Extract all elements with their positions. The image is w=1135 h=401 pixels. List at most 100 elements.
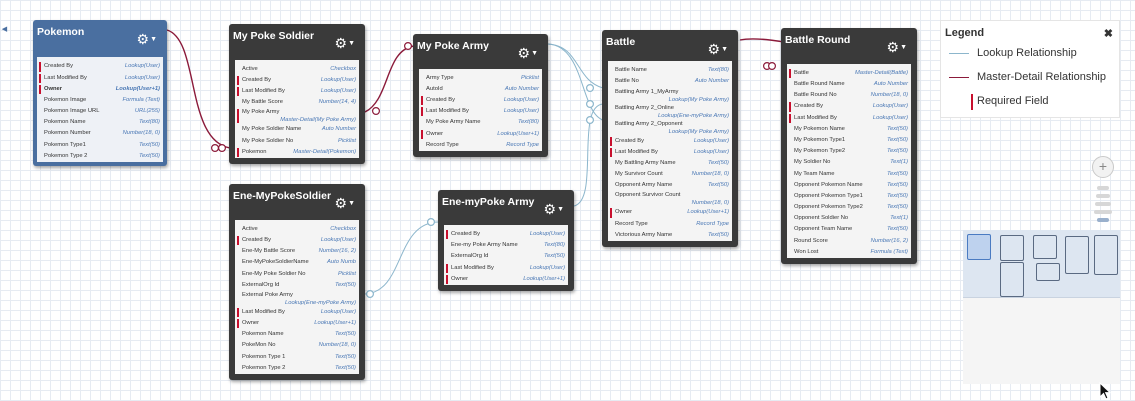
close-icon[interactable]: ✖ — [1104, 27, 1113, 40]
minimap[interactable] — [963, 230, 1120, 384]
field-row[interactable]: Owner Lookup(User+1) — [419, 129, 542, 140]
field-row[interactable]: Pokemon Type1 Text(50) — [37, 140, 163, 151]
gear-icon[interactable]: ⚙▼ — [708, 42, 729, 57]
field-row[interactable]: Pokemon Type 2 Text(50) — [37, 151, 163, 162]
field-row[interactable]: Created By Lookup(User) — [787, 101, 911, 112]
field-row[interactable]: Victorious Army Name Text(50) — [608, 230, 732, 241]
field-row[interactable]: AutoId Auto Number — [419, 84, 542, 95]
field-row[interactable]: Battle Round Name Auto Number — [787, 79, 911, 90]
field-row[interactable]: Active Checkbox — [235, 64, 359, 75]
field-row[interactable]: Pokemon Name Text(50) — [235, 329, 359, 340]
object-card-my-poke-soldier[interactable]: My Poke Soldier ⚙▼ Active Checkbox Created B… — [229, 24, 365, 164]
field-row[interactable]: Created By Lookup(User) — [608, 136, 732, 147]
field-row[interactable]: Record Type Record Type — [608, 219, 732, 230]
field-row[interactable]: Won Lost Formula (Text) — [787, 247, 911, 258]
field-row[interactable]: Ene-My Battle Score Number(16, 2) — [235, 246, 359, 257]
field-row[interactable]: Pokemon Type 2 Text(50) — [235, 363, 359, 374]
field-row[interactable]: Opponent Army Name Text(50) — [608, 180, 732, 191]
field-row[interactable]: Battling Army 2_Opponent Lookup(My Poke A… — [608, 120, 732, 136]
gear-icon[interactable]: ⚙▼ — [335, 36, 356, 51]
field-row[interactable]: Last Modified By Lookup(User) — [235, 86, 359, 97]
field-row[interactable]: Ene-MyPokeSoldierName Auto Numb — [235, 257, 359, 268]
field-row[interactable]: Last Modified By Lookup(User) — [235, 307, 359, 318]
field-row[interactable]: Created By Lookup(User) — [444, 229, 568, 240]
field-row[interactable]: Pokemon Image URL URL(255) — [37, 106, 163, 117]
field-row[interactable]: Battling Army 1_MyArmy Lookup(My Poke Arm… — [608, 88, 732, 104]
field-row[interactable]: My Poke Army Master-Detail(My Poke Army) — [235, 108, 359, 124]
field-row[interactable]: Owner Lookup(User+1) — [444, 274, 568, 285]
zoom-level-current[interactable] — [1097, 218, 1109, 222]
field-row[interactable]: My Battle Score Number(14, 4) — [235, 97, 359, 108]
field-type: Lookup(User) — [503, 97, 539, 104]
field-row[interactable]: Battle No Auto Number — [608, 76, 732, 87]
object-card-ene-mypoke-army[interactable]: Ene-myPoke Army ⚙▼ Created By Lookup(User) E… — [438, 190, 574, 291]
field-row[interactable]: Created By Lookup(User) — [235, 75, 359, 86]
field-row[interactable]: Army Type Picklist — [419, 73, 542, 84]
field-row[interactable]: Last Modified By Lookup(User) — [419, 106, 542, 117]
field-row[interactable]: Created By Lookup(User) — [419, 95, 542, 106]
field-row[interactable]: Opponent Survivor Count Number(18, 0) — [608, 191, 732, 207]
field-row[interactable]: Battle Master-Detail(Battle) — [787, 68, 911, 79]
object-card-my-poke-army[interactable]: My Poke Army ⚙▼ Army Type Picklist AutoId Aut… — [413, 34, 548, 157]
field-row[interactable]: Battling Army 2_Online Lookup(Ene-myPoke … — [608, 104, 732, 120]
field-row[interactable]: Opponent Pokemon Name Text(50) — [787, 180, 911, 191]
field-row[interactable]: Round Score Number(16, 2) — [787, 236, 911, 247]
object-card-battle-round[interactable]: Battle Round ⚙▼ Battle Master-Detail(Battle… — [781, 28, 917, 264]
zoom-level-step[interactable] — [1096, 194, 1110, 198]
object-card-battle[interactable]: Battle ⚙▼ Battle Name Text(80) Battle No Auto… — [602, 30, 738, 247]
field-row[interactable]: PokeMon No Number(18, 0) — [235, 340, 359, 351]
field-row[interactable]: Pokemon Name Text(80) — [37, 117, 163, 128]
plus-icon[interactable]: + — [1092, 156, 1114, 178]
field-row[interactable]: Active Checkbox — [235, 224, 359, 235]
field-row[interactable]: Created By Lookup(User) — [37, 61, 163, 72]
field-row[interactable]: Pokemon Type 1 Text(50) — [235, 352, 359, 363]
field-row[interactable]: My Pokemon Type1 Text(50) — [787, 135, 911, 146]
field-row[interactable]: Last Modified By Lookup(User) — [787, 113, 911, 124]
zoom-level-step[interactable] — [1097, 186, 1109, 190]
field-row[interactable]: Owner Lookup(User+1) — [235, 318, 359, 329]
zoom-control[interactable]: + — [1088, 156, 1118, 228]
field-row[interactable]: My Pokemon Type2 Text(50) — [787, 146, 911, 157]
field-row[interactable]: My Pokemon Name Text(50) — [787, 124, 911, 135]
field-row[interactable]: My Survivor Count Number(18, 0) — [608, 169, 732, 180]
field-row[interactable]: Opponent Pokemon Type1 Text(50) — [787, 191, 911, 202]
field-row[interactable]: Created By Lookup(User) — [235, 235, 359, 246]
gear-icon[interactable]: ⚙▼ — [335, 196, 356, 211]
gear-icon[interactable]: ⚙▼ — [887, 40, 908, 55]
field-row[interactable]: Owner Lookup(User+1) — [608, 207, 732, 218]
field-row[interactable]: Battle Name Text(80) — [608, 65, 732, 76]
field-row[interactable]: Last Modified By Lookup(User) — [444, 263, 568, 274]
field-row[interactable]: External Poke Army Lookup(Ene-myPoke Army… — [235, 291, 359, 307]
field-row[interactable]: My Poke Army Name Text(80) — [419, 117, 542, 128]
field-row[interactable]: Pokemon Master-Detail(Pokemon) — [235, 147, 359, 158]
field-row[interactable]: Opponent Team Name Text(50) — [787, 224, 911, 235]
field-row[interactable]: Opponent Pokemon Type2 Text(50) — [787, 202, 911, 213]
field-row[interactable]: Pokemon Image Formula (Text) — [37, 95, 163, 106]
field-row[interactable]: Last Modified By Lookup(User) — [608, 147, 732, 158]
gear-icon[interactable]: ⚙▼ — [518, 46, 539, 61]
field-row[interactable]: Battle Round No Number(18, 0) — [787, 90, 911, 101]
field-row[interactable]: Opponent Soldier No Text(1) — [787, 213, 911, 224]
gear-icon[interactable]: ⚙▼ — [137, 32, 158, 47]
zoom-level-step[interactable] — [1095, 202, 1111, 206]
field-row[interactable]: Owner Lookup(User+1) — [37, 84, 163, 95]
field-row[interactable]: My Poke Soldier No Picklist — [235, 136, 359, 147]
gear-icon[interactable]: ⚙▼ — [544, 202, 565, 217]
relationship-end-marker — [372, 106, 381, 115]
field-type: Text(50) — [886, 148, 908, 155]
field-row[interactable]: Pokemon Number Number(18, 0) — [37, 128, 163, 139]
field-row[interactable]: Ene-my Poke Army Name Text(80) — [444, 240, 568, 251]
zoom-level-step[interactable] — [1094, 210, 1112, 214]
object-card-ene-mypokesoldier[interactable]: Ene-MyPokeSoldier ⚙▼ Active Checkbox Created… — [229, 184, 365, 380]
object-card-pokemon[interactable]: Pokemon ⚙▼ Created By Lookup(User) Last Modi… — [33, 20, 167, 166]
field-row[interactable]: My Battling Army Name Text(50) — [608, 158, 732, 169]
field-row[interactable]: ExternalOrg Id Text(50) — [444, 251, 568, 262]
field-row[interactable]: My Poke Soldier Name Auto Number — [235, 124, 359, 135]
field-row[interactable]: Record Type Record Type — [419, 140, 542, 151]
field-row[interactable]: ExternalOrg Id Text(50) — [235, 280, 359, 291]
field-row[interactable]: My Soldier No Text(1) — [787, 157, 911, 168]
collapse-panel-icon[interactable]: ◀ — [0, 20, 9, 40]
field-row[interactable]: My Team Name Text(50) — [787, 169, 911, 180]
field-row[interactable]: Last Modified By Lookup(User) — [37, 73, 163, 84]
field-row[interactable]: Ene-My Poke Soldier No Picklist — [235, 269, 359, 280]
